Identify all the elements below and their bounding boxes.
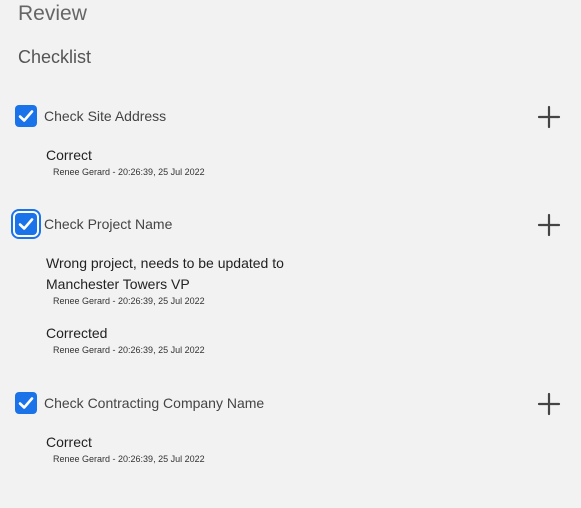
comment-text: Wrong project, needs to be updated to Ma…: [46, 255, 284, 292]
plus-icon: [537, 213, 561, 237]
add-comment-button[interactable]: [536, 212, 562, 238]
checklist-item-header: Check Site Address: [0, 104, 581, 130]
comment-meta: Renee Gerard - 20:26:39, 25 Jul 2022: [53, 454, 205, 464]
checklist-heading: Checklist: [18, 47, 92, 67]
comment-text: Correct: [46, 147, 92, 163]
comment: Correct Renee Gerard - 20:26:39, 25 Jul …: [46, 145, 581, 177]
checklist-checkbox-site-address[interactable]: [15, 105, 37, 127]
add-comment-button[interactable]: [536, 104, 562, 130]
comment-meta: Renee Gerard - 20:26:39, 25 Jul 2022: [53, 296, 205, 306]
comment: Corrected Renee Gerard - 20:26:39, 25 Ju…: [46, 323, 581, 355]
page-title: Review: [18, 2, 87, 25]
comment-meta: Renee Gerard - 20:26:39, 25 Jul 2022: [53, 167, 205, 177]
checklist-item-site-address: Check Site Address Correct Renee Gerard …: [0, 104, 581, 177]
plus-icon: [537, 105, 561, 129]
review-panel: Review Checklist Check Site Address Corr…: [0, 0, 581, 508]
comment-text: Correct: [46, 434, 92, 450]
checklist-item-header: Check Contracting Company Name: [0, 391, 581, 417]
checkmark-icon: [18, 110, 34, 122]
checkmark-icon: [18, 397, 34, 409]
checkmark-icon: [18, 218, 34, 230]
checklist-item-label: Check Site Address: [44, 108, 167, 124]
comment-meta: Renee Gerard - 20:26:39, 25 Jul 2022: [53, 345, 205, 355]
comment-text: Corrected: [46, 325, 108, 341]
checklist-item-label: Check Contracting Company Name: [44, 395, 265, 411]
checklist-item-header: Check Project Name: [0, 212, 581, 238]
comment: Correct Renee Gerard - 20:26:39, 25 Jul …: [46, 432, 581, 464]
add-comment-button[interactable]: [536, 391, 562, 417]
checklist-item-contracting-company: Check Contracting Company Name Correct R…: [0, 391, 581, 464]
comment: Wrong project, needs to be updated to Ma…: [46, 253, 581, 306]
checklist-item-project-name: Check Project Name Wrong project, needs …: [0, 212, 581, 355]
checklist-checkbox-contracting-company[interactable]: [15, 392, 37, 414]
checklist-item-label: Check Project Name: [44, 216, 173, 232]
plus-icon: [537, 392, 561, 416]
checklist-checkbox-project-name[interactable]: [15, 213, 37, 235]
